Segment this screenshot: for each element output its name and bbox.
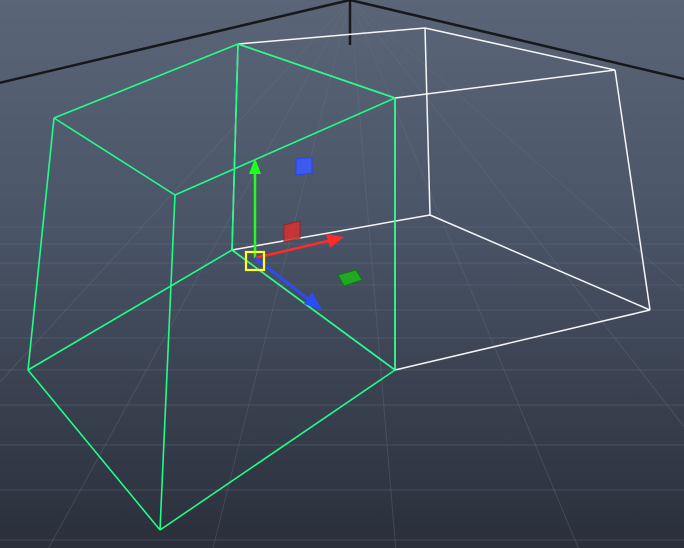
3d-viewport[interactable] [0, 0, 684, 548]
gizmo-xy-plane-handle[interactable] [296, 157, 312, 175]
cube-selected[interactable] [28, 44, 395, 530]
gizmo-y-axis[interactable] [249, 158, 261, 258]
gizmo-xz-plane-handle[interactable] [338, 270, 362, 286]
gizmo-yz-plane-handle[interactable] [284, 221, 300, 242]
translate-gizmo[interactable] [246, 157, 362, 310]
